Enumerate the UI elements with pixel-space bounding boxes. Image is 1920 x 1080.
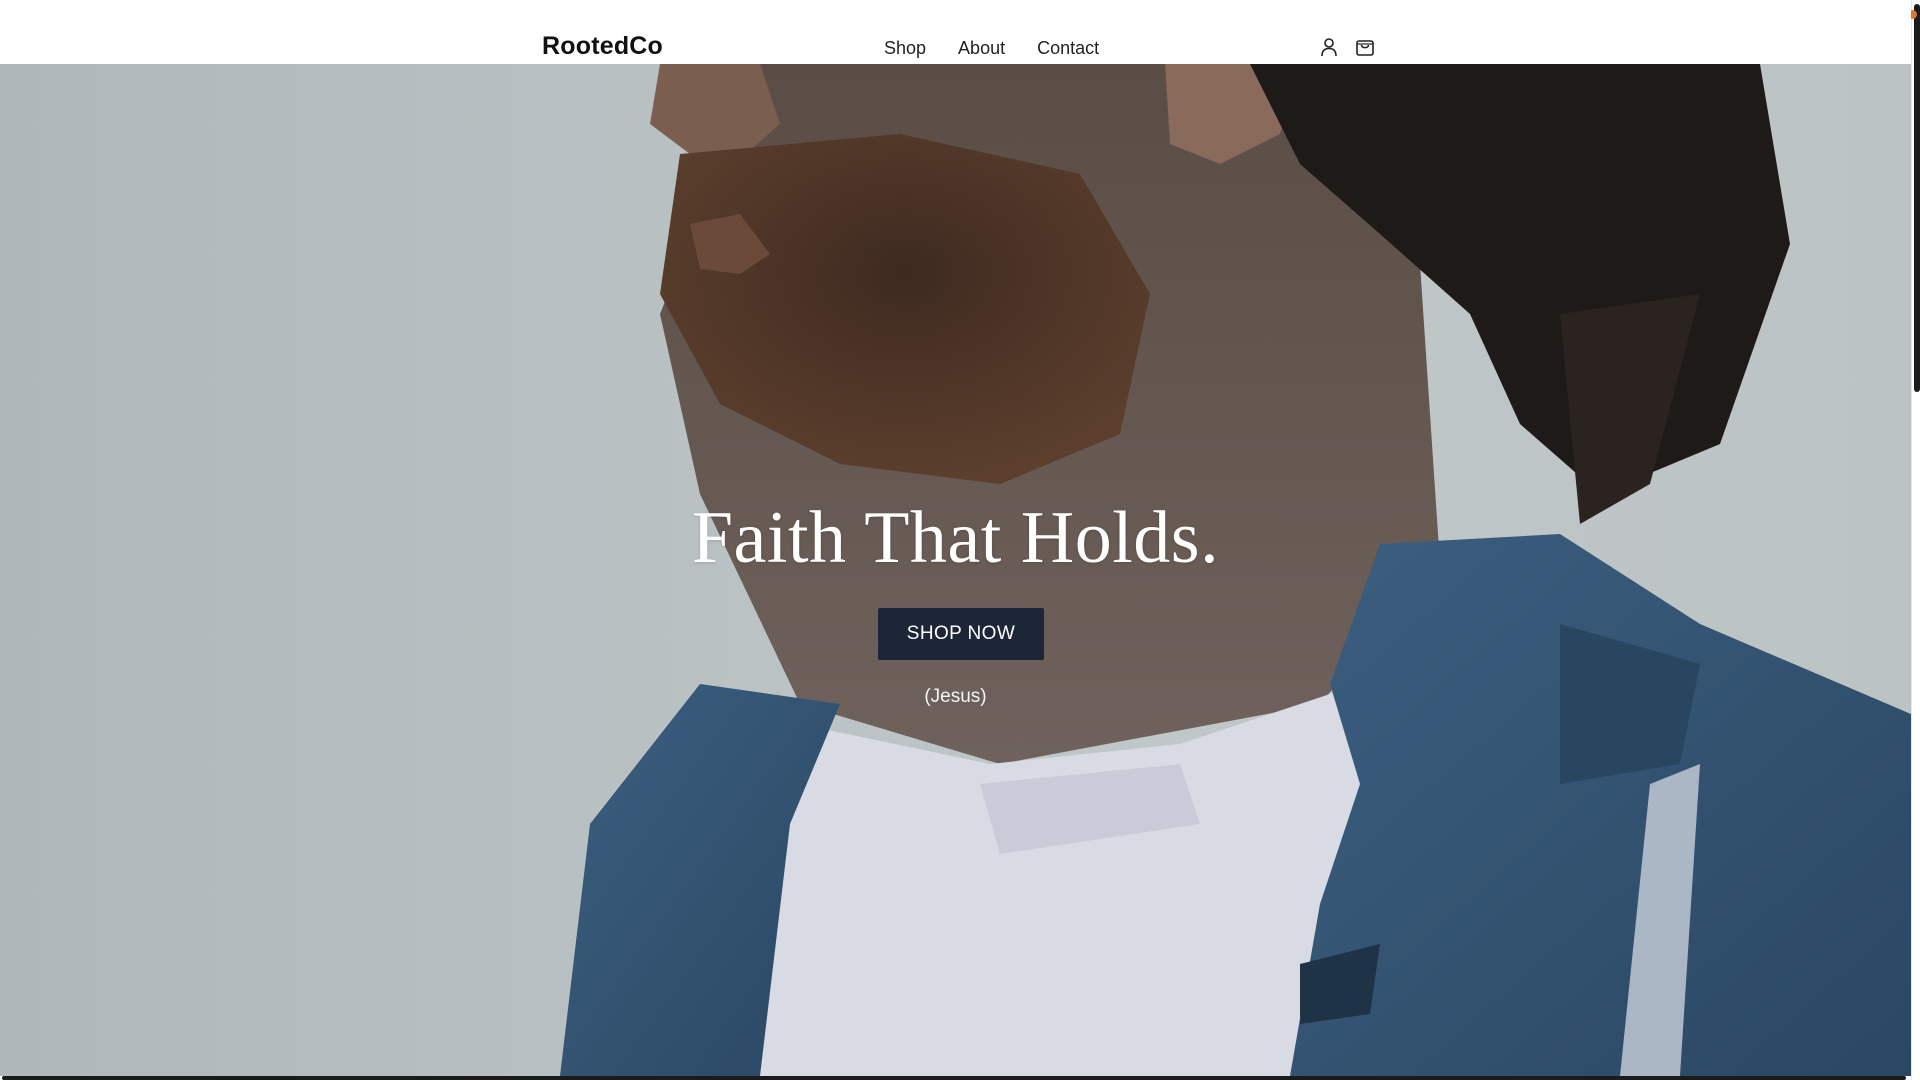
cart-icon[interactable] bbox=[1354, 36, 1376, 58]
user-icon[interactable] bbox=[1318, 36, 1340, 58]
main-nav: Shop About Contact bbox=[884, 38, 1099, 59]
horizontal-scrollbar[interactable] bbox=[0, 1076, 1911, 1080]
hero-caption: (Jesus) bbox=[924, 686, 987, 707]
vertical-scrollbar[interactable] bbox=[1911, 0, 1920, 1080]
vertical-scrollbar-thumb[interactable] bbox=[1914, 4, 1920, 392]
nav-link-shop[interactable]: Shop bbox=[884, 38, 926, 59]
brand-logo[interactable]: RootedCo bbox=[542, 32, 663, 61]
site-header: RootedCo Shop About Contact bbox=[0, 0, 1911, 64]
horizontal-scrollbar-thumb[interactable] bbox=[2, 1076, 1906, 1080]
shop-now-button[interactable]: SHOP NOW bbox=[878, 608, 1044, 660]
hero-title: Faith That Holds. bbox=[691, 497, 1220, 579]
nav-link-about[interactable]: About bbox=[958, 38, 1005, 59]
hero-banner: Faith That Holds. SHOP NOW (Jesus) bbox=[0, 64, 1911, 1076]
page: RootedCo Shop About Contact Faith That H… bbox=[0, 0, 1920, 1080]
header-actions bbox=[1318, 36, 1376, 58]
nav-link-contact[interactable]: Contact bbox=[1037, 38, 1099, 59]
